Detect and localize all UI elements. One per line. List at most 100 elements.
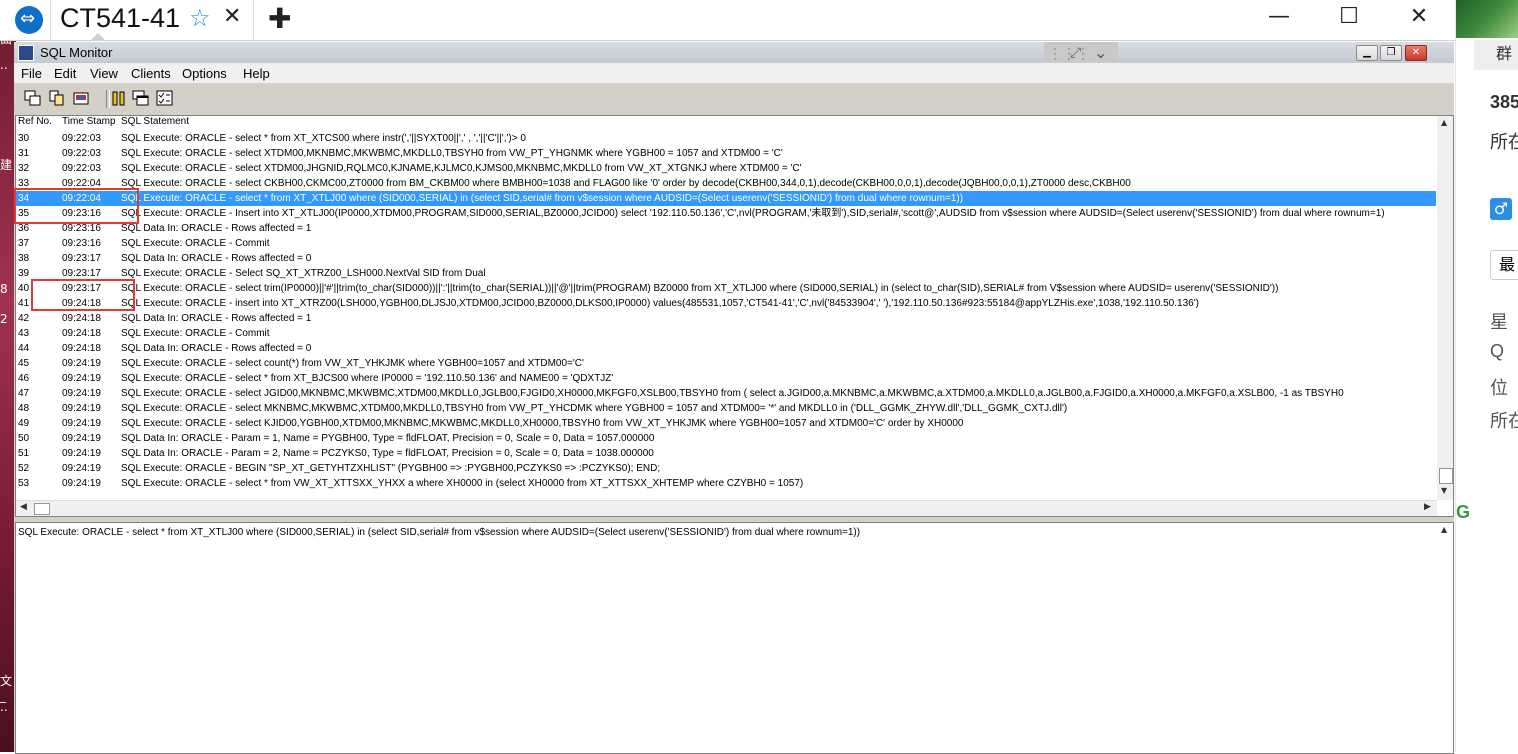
table-row[interactable]: 33 09:22:04 SQL Execute: ORACLE - select C…	[16, 176, 1436, 191]
vertical-scrollbar[interactable]: ▲ ▼	[1437, 116, 1453, 500]
remote-session-tab[interactable]: CT541-41 ☆ ✕	[50, 0, 254, 40]
horizontal-scrollbar[interactable]: ◀ ▶	[16, 500, 1437, 516]
cascade-windows-icon[interactable]	[132, 90, 150, 107]
scroll-thumb[interactable]	[1439, 468, 1453, 484]
column-time-stamp[interactable]: Time Stamp	[62, 116, 116, 127]
scroll-up-icon[interactable]: ▲	[1441, 118, 1447, 127]
cell-sql-statement: SQL Execute: ORACLE - select * from XT_X…	[121, 193, 964, 204]
column-ref-no[interactable]: Ref No.	[18, 116, 52, 127]
cell-sql-statement: SQL Execute: ORACLE - select XTDM00,MKNB…	[121, 148, 783, 159]
sql-monitor-restore-button[interactable]: ❐	[1380, 45, 1402, 61]
menu-help[interactable]: Help	[243, 66, 270, 81]
drag-grip-icon[interactable]: ⋮⋮⋮	[1048, 45, 1090, 62]
table-row[interactable]: 47 09:24:19 SQL Execute: ORACLE - select J…	[16, 386, 1436, 401]
minimize-icon[interactable]: —	[1264, 4, 1294, 29]
scroll-down-icon[interactable]: ▼	[1441, 486, 1447, 495]
table-row[interactable]: 53 09:24:19 SQL Execute: ORACLE - select *…	[16, 476, 1436, 491]
menu-edit[interactable]: Edit	[54, 66, 76, 81]
cell-sql-statement: SQL Execute: ORACLE - BEGIN "SP_XT_GETYH…	[121, 463, 661, 474]
cell-sql-statement: SQL Execute: ORACLE - select KJID00,YGBH…	[121, 418, 964, 429]
sql-monitor-titlebar[interactable]: SQL Monitor ▁ ❐ ✕	[14, 42, 1454, 63]
detail-scroll-up-icon[interactable]: ▲	[1441, 525, 1447, 534]
fullscreen-icon[interactable]: ⤢	[1070, 45, 1081, 61]
table-row[interactable]: 52 09:24:19 SQL Execute: ORACLE - BEGIN "S…	[16, 461, 1436, 476]
table-row[interactable]: 44 09:24:18 SQL Data In: ORACLE - Rows aff…	[16, 341, 1436, 356]
detail-scrollbar[interactable]: ▲	[1437, 523, 1453, 753]
table-row[interactable]: 40 09:23:17 SQL Execute: ORACLE - select t…	[16, 281, 1436, 296]
cell-sql-statement: SQL Data In: ORACLE - Rows affected = 1	[121, 313, 312, 324]
gender-icon: ♂	[1490, 198, 1512, 220]
table-row[interactable]: 50 09:24:19 SQL Data In: ORACLE - Param = …	[16, 431, 1436, 446]
new-window-icon[interactable]	[24, 90, 42, 107]
table-row[interactable]: 37 09:23:16 SQL Execute: ORACLE - Commit	[16, 236, 1436, 251]
menu-clients[interactable]: Clients	[131, 66, 171, 81]
scroll-right-icon[interactable]: ▶	[1424, 502, 1431, 512]
menu-file[interactable]: File	[21, 66, 42, 81]
add-tab-icon[interactable]: ✚	[268, 2, 291, 35]
table-row[interactable]: 49 09:24:19 SQL Execute: ORACLE - select K…	[16, 416, 1436, 431]
right-panel-button[interactable]: 最	[1490, 250, 1518, 280]
cell-sql-statement: SQL Execute: ORACLE - select * from XT_X…	[121, 133, 526, 144]
cell-ref-no: 48	[18, 403, 30, 414]
table-row[interactable]: 34 09:22:04 SQL Execute: ORACLE - select *…	[16, 191, 1436, 206]
cell-sql-statement: SQL Execute: ORACLE - select XTDM00,JHGN…	[121, 163, 802, 174]
table-row[interactable]: 41 09:24:18 SQL Execute: ORACLE - insert i…	[16, 296, 1436, 311]
cell-ref-no: 44	[18, 343, 30, 354]
cell-ref-no: 50	[18, 433, 30, 444]
table-row[interactable]: 30 09:22:03 SQL Execute: ORACLE - select *…	[16, 131, 1436, 146]
print-icon[interactable]	[72, 90, 90, 107]
trace-options-icon[interactable]	[156, 90, 174, 107]
cell-ref-no: 41	[18, 298, 30, 309]
info-label-location: 所在	[1490, 411, 1518, 431]
cell-ref-no: 40	[18, 283, 30, 294]
cell-time-stamp: 09:24:18	[62, 328, 101, 339]
table-row[interactable]: 31 09:22:03 SQL Execute: ORACLE - select X…	[16, 146, 1436, 161]
cell-ref-no: 32	[18, 163, 30, 174]
close-window-icon[interactable]: ✕	[1404, 4, 1434, 29]
table-row[interactable]: 35 09:23:16 SQL Execute: ORACLE - Insert i…	[16, 206, 1436, 221]
column-sql-statement[interactable]: SQL Statement	[121, 116, 189, 127]
table-row[interactable]: 32 09:22:03 SQL Execute: ORACLE - select X…	[16, 161, 1436, 176]
menu-bar: File Edit View Clients Options Help	[14, 63, 1454, 83]
sql-detail-pane[interactable]: SQL Execute: ORACLE - select * from XT_X…	[15, 522, 1454, 754]
remote-session-tabbar: CT541-41 ☆ ✕ ✚ — ☐ ✕	[0, 0, 1455, 41]
cell-ref-no: 39	[18, 268, 30, 279]
cell-ref-no: 31	[18, 148, 30, 159]
cell-ref-no: 42	[18, 313, 30, 324]
copy-icon[interactable]	[48, 90, 66, 107]
cell-sql-statement: SQL Execute: ORACLE - select MKNBMC,MKWB…	[121, 403, 1068, 414]
sql-monitor-minimize-button[interactable]: ▁	[1356, 45, 1378, 61]
table-row[interactable]: 36 09:23:16 SQL Data In: ORACLE - Rows aff…	[16, 221, 1436, 236]
cell-ref-no: 51	[18, 448, 30, 459]
hscroll-thumb[interactable]	[34, 503, 50, 515]
table-row[interactable]: 38 09:23:17 SQL Data In: ORACLE - Rows aff…	[16, 251, 1436, 266]
cell-sql-statement: SQL Data In: ORACLE - Param = 2, Name = …	[121, 448, 654, 459]
grid-body: 30 09:22:03 SQL Execute: ORACLE - select *…	[16, 131, 1436, 491]
table-row[interactable]: 48 09:24:19 SQL Execute: ORACLE - select M…	[16, 401, 1436, 416]
green-fragment: G	[1456, 502, 1471, 522]
tab-pointer	[90, 33, 106, 41]
table-row[interactable]: 43 09:24:18 SQL Execute: ORACLE - Commit	[16, 326, 1436, 341]
tab-close-icon[interactable]: ✕	[223, 4, 241, 29]
maximize-icon[interactable]: ☐	[1334, 4, 1364, 29]
table-row[interactable]: 46 09:24:19 SQL Execute: ORACLE - select *…	[16, 371, 1436, 386]
table-row[interactable]: 51 09:24:19 SQL Data In: ORACLE - Param = …	[16, 446, 1436, 461]
cell-time-stamp: 09:24:19	[62, 463, 101, 474]
scroll-left-icon[interactable]: ◀	[20, 502, 27, 512]
cell-time-stamp: 09:24:19	[62, 448, 101, 459]
right-side-panel: 群 385 所在 ♂ 最 星 Q 位 所在 G	[1455, 0, 1518, 752]
menu-view[interactable]: View	[90, 66, 118, 81]
cell-time-stamp: 09:24:19	[62, 358, 101, 369]
group-tab[interactable]: 群	[1474, 40, 1518, 70]
sql-monitor-close-button[interactable]: ✕	[1405, 45, 1427, 61]
menu-options[interactable]: Options	[182, 66, 227, 81]
table-row[interactable]: 45 09:24:19 SQL Execute: ORACLE - select c…	[16, 356, 1436, 371]
table-row[interactable]: 39 09:23:17 SQL Execute: ORACLE - Select S…	[16, 266, 1436, 281]
chevron-down-icon[interactable]: ⌄	[1094, 43, 1107, 62]
pause-icon[interactable]	[110, 90, 128, 107]
cell-time-stamp: 09:24:19	[62, 478, 101, 489]
cell-sql-statement: SQL Execute: ORACLE - Commit	[121, 328, 270, 339]
favorite-star-icon[interactable]: ☆	[189, 4, 211, 32]
cell-sql-statement: SQL Data In: ORACLE - Rows affected = 0	[121, 253, 312, 264]
table-row[interactable]: 42 09:24:18 SQL Data In: ORACLE - Rows aff…	[16, 311, 1436, 326]
